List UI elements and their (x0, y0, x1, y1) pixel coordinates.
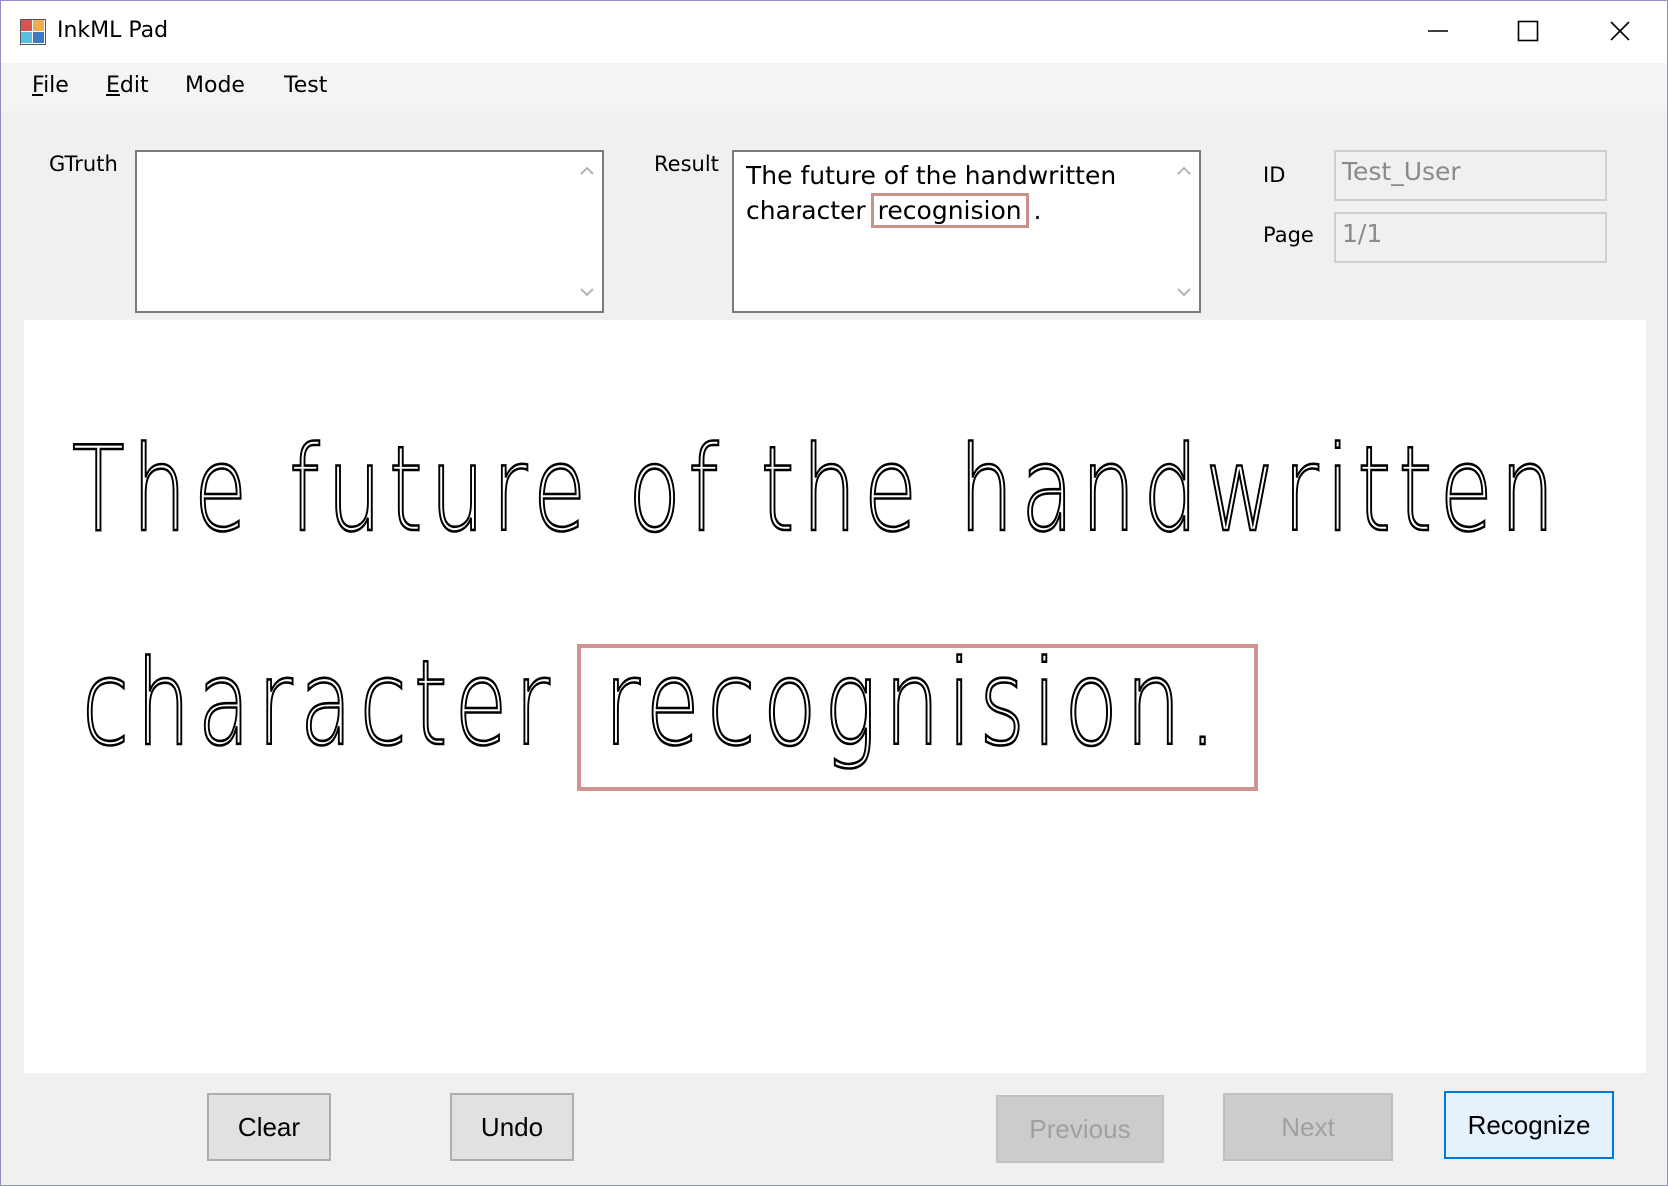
result-highlighted-word: recognision (870, 193, 1029, 228)
previous-button[interactable]: Previous (996, 1095, 1164, 1163)
ink-canvas[interactable]: The future of the handwritten character … (24, 320, 1646, 1073)
maximize-button[interactable] (1481, 1, 1575, 61)
menu-mode[interactable]: Mode (185, 73, 245, 98)
menu-test[interactable]: Test (284, 73, 327, 98)
window-title: InkML Pad (57, 18, 169, 43)
maximize-icon (1517, 20, 1539, 42)
scroll-down-icon[interactable] (578, 283, 596, 301)
ink-highlight-box (577, 644, 1258, 791)
result-text-suffix: . (1025, 196, 1042, 225)
close-icon (1610, 21, 1630, 41)
scroll-up-icon[interactable] (578, 162, 596, 180)
menu-file[interactable]: File (32, 73, 69, 98)
page-field[interactable]: 1/1 (1334, 212, 1607, 263)
gtruth-label: GTruth (49, 152, 118, 176)
ink-line-1: The future of the handwritten (72, 420, 1562, 558)
menu-edit-rest: dit (119, 73, 149, 98)
title-bar: InkML Pad (1, 1, 1667, 63)
gtruth-textarea[interactable] (135, 150, 604, 313)
id-label: ID (1263, 163, 1286, 187)
close-button[interactable] (1573, 1, 1667, 61)
menu-file-rest: ile (43, 73, 69, 98)
menu-edit-mnemonic: E (106, 73, 120, 98)
result-textarea[interactable]: The future of the handwritten character … (732, 150, 1201, 313)
page-label: Page (1263, 223, 1314, 247)
recognize-button[interactable]: Recognize (1444, 1091, 1614, 1159)
undo-button[interactable]: Undo (450, 1093, 574, 1161)
menu-file-mnemonic: F (32, 73, 44, 98)
ink-line-2-prefix: character (82, 634, 557, 772)
result-text: The future of the handwritten character … (746, 158, 1136, 228)
scroll-up-icon[interactable] (1175, 162, 1193, 180)
app-icon (20, 19, 46, 45)
result-scrollbar[interactable] (1169, 152, 1199, 311)
app-window: InkML Pad File Edit Mode Test GTruth Res… (0, 0, 1668, 1186)
clear-button[interactable]: Clear (207, 1093, 331, 1161)
minimize-icon (1428, 30, 1448, 32)
next-button[interactable]: Next (1223, 1093, 1393, 1161)
minimize-button[interactable] (1391, 1, 1485, 61)
scroll-down-icon[interactable] (1175, 283, 1193, 301)
menu-bar: File Edit Mode Test (1, 63, 1667, 111)
id-field[interactable]: Test_User (1334, 150, 1607, 201)
menu-edit[interactable]: Edit (106, 73, 149, 98)
result-label: Result (654, 152, 719, 176)
gtruth-scrollbar[interactable] (572, 152, 602, 311)
